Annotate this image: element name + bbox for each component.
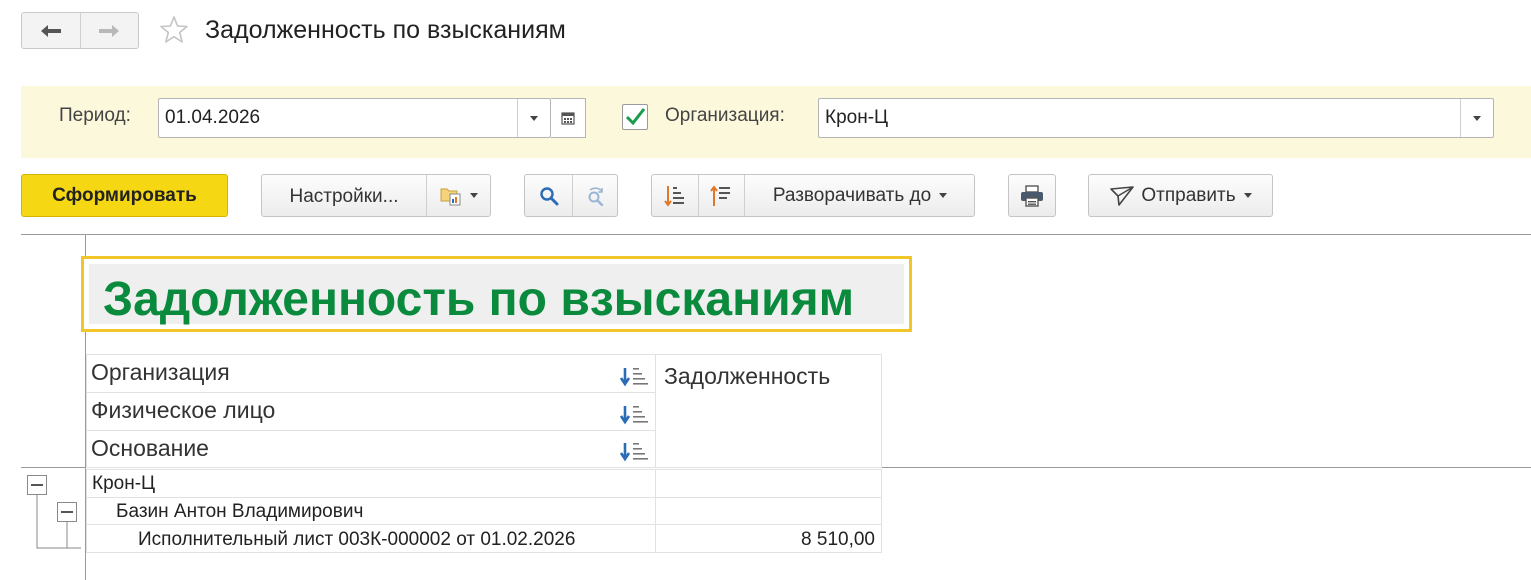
sort-ascending-icon[interactable] [620,441,654,463]
print-button[interactable] [1008,174,1056,217]
chevron-down-icon [1243,193,1252,198]
chevron-down-icon [1473,115,1481,121]
checkmark-icon [625,108,646,126]
arrow-right-icon [99,24,120,37]
report-variant-icon [440,188,461,205]
sort-ascending-icon[interactable] [620,366,654,388]
organization-checkbox[interactable] [622,104,648,130]
printer-icon [1021,184,1043,207]
arrow-left-icon [40,24,61,37]
chevron-down-icon [470,193,478,198]
organization-dropdown-button[interactable] [1460,99,1493,137]
chevron-down-icon [530,115,538,121]
header-debt[interactable]: Задолженность [655,354,882,468]
generate-button[interactable]: Сформировать [21,174,228,217]
header-organization[interactable]: Организация [86,354,656,393]
period-label: Период: [59,105,131,126]
header-organization-label: Организация [91,359,230,385]
period-value: 01.04.2026 [165,107,261,128]
row-label: Крон-Ц [92,473,156,494]
favorite-star-icon[interactable] [158,14,190,46]
report-title: Задолженность по взысканиям [103,273,855,326]
grouping-button-group: Разворачивать до [651,174,975,217]
search-icon [539,186,558,205]
forward-button[interactable] [79,13,139,48]
variant-dropdown-button[interactable] [426,175,492,216]
row-value-cell[interactable] [655,497,882,525]
collapse-groups-icon [664,185,684,207]
settings-button-group: Настройки... [261,174,491,217]
header-debt-label: Задолженность [664,363,831,389]
row-label: Исполнительный лист 003К-000002 от 01.02… [138,529,576,550]
row-value-cell[interactable] [655,469,882,498]
collapse-groups-button[interactable] [652,175,698,216]
period-field[interactable]: 01.04.2026 [158,98,551,138]
report-title-box: Задолженность по взысканиям [81,256,912,332]
period-dropdown-button[interactable] [517,99,550,137]
header-person-label: Физическое лицо [91,397,276,423]
search-next-icon [588,186,603,206]
navigation-buttons [21,12,139,49]
expand-to-label: Разворачивать до [772,184,932,206]
search-next-button[interactable] [572,175,619,216]
back-button[interactable] [22,13,80,48]
organization-field[interactable]: Крон-Ц [818,98,1494,138]
search-button-group [524,174,618,217]
expand-groups-button[interactable] [698,175,744,216]
header-basis[interactable]: Основание [86,430,656,468]
generate-button-label: Сформировать [52,184,197,206]
expand-groups-icon [710,184,730,206]
organization-value: Крон-Ц [825,107,889,128]
row-value-cell[interactable]: 8 510,00 [655,524,882,553]
table-row[interactable]: Крон-Ц [86,469,656,498]
expand-to-button[interactable]: Разворачивать до [744,175,976,216]
header-person[interactable]: Физическое лицо [86,392,656,431]
table-row[interactable]: Исполнительный лист 003К-000002 от 01.02… [86,524,656,553]
header-basis-label: Основание [91,435,209,461]
send-button[interactable]: Отправить [1088,174,1273,217]
row-value: 8 510,00 [801,529,875,550]
table-row[interactable]: Базин Антон Владимирович [86,497,656,525]
window-title: Задолженность по взысканиям [205,16,566,44]
collapse-group-icon[interactable] [57,502,77,522]
organization-label: Организация: [665,105,785,126]
calendar-button[interactable] [551,98,586,138]
search-button[interactable] [525,175,572,216]
send-label: Отправить [1141,184,1236,206]
calendar-icon [561,112,575,125]
row-label: Базин Антон Владимирович [116,501,364,522]
sort-ascending-icon[interactable] [620,404,654,426]
collapse-group-icon[interactable] [27,475,47,495]
chevron-down-icon [939,193,948,198]
send-icon [1110,185,1135,206]
settings-button[interactable]: Настройки... [262,186,426,208]
